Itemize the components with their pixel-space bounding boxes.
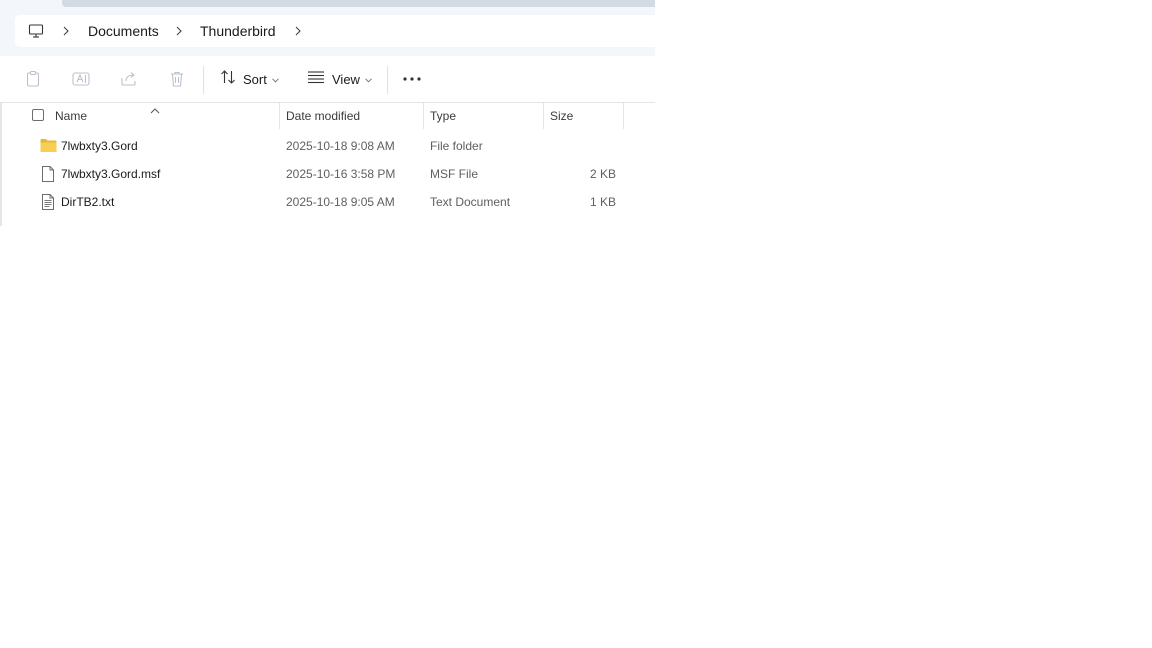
tab-strip [62, 0, 655, 7]
file-row[interactable]: 7lwbxty3.Gord 2025-10-18 9:08 AM File fo… [0, 132, 655, 160]
chevron-right-icon[interactable] [293, 15, 303, 47]
folder-icon [40, 138, 57, 154]
breadcrumb-thunderbird[interactable]: Thunderbird [200, 15, 276, 47]
chevron-down-icon [365, 70, 372, 88]
share-icon[interactable] [116, 62, 142, 96]
more-icon[interactable] [398, 62, 426, 96]
chevron-down-icon [271, 70, 279, 88]
column-size[interactable]: Size [550, 103, 573, 129]
file-name: 7lwbxty3.Gord.msf [61, 167, 161, 181]
select-all-checkbox[interactable] [32, 109, 44, 121]
file-date: 2025-10-16 3:58 PM [286, 167, 396, 181]
file-date: 2025-10-18 9:08 AM [286, 139, 395, 153]
file-row[interactable]: 7lwbxty3.Gord.msf 2025-10-16 3:58 PM MSF… [0, 160, 655, 188]
toolbar-divider [387, 66, 388, 94]
column-divider[interactable] [623, 103, 624, 129]
file-icon [41, 166, 57, 182]
column-date-modified[interactable]: Date modified [286, 103, 360, 129]
copy-icon[interactable] [20, 62, 46, 96]
file-name: DirTB2.txt [61, 195, 115, 209]
text-file-icon [41, 194, 57, 210]
file-size: 1 KB [589, 195, 616, 209]
column-divider[interactable] [543, 103, 544, 129]
file-name: 7lwbxty3.Gord [61, 139, 138, 153]
column-divider[interactable] [423, 103, 424, 129]
view-button[interactable]: View [303, 62, 381, 96]
column-header-row: Name Date modified Type Size [0, 103, 655, 129]
file-explorer-window: Documents Thunderbird Sort View Name Dat… [0, 0, 655, 226]
column-name[interactable]: Name [55, 103, 87, 129]
chevron-right-icon[interactable] [61, 15, 71, 47]
file-date: 2025-10-18 9:05 AM [286, 195, 395, 209]
column-type[interactable]: Type [430, 103, 456, 129]
chevron-right-icon[interactable] [174, 15, 184, 47]
command-bar: Sort View [0, 56, 655, 103]
rename-icon[interactable] [68, 62, 94, 96]
column-divider[interactable] [279, 103, 280, 129]
navigation-band: Documents Thunderbird [0, 0, 655, 56]
this-pc-icon[interactable] [25, 15, 47, 47]
file-row[interactable]: DirTB2.txt 2025-10-18 9:05 AM Text Docum… [0, 188, 655, 216]
breadcrumb-documents[interactable]: Documents [88, 15, 159, 47]
file-type: File folder [430, 139, 483, 153]
toolbar-divider [203, 66, 204, 94]
address-bar[interactable]: Documents Thunderbird [15, 15, 655, 47]
file-type: MSF File [430, 167, 478, 181]
view-icon [307, 70, 325, 89]
sort-label: Sort [243, 71, 267, 87]
sort-ascending-icon [150, 101, 160, 119]
delete-icon[interactable] [164, 62, 190, 96]
sort-icon [220, 69, 236, 90]
view-label: View [332, 71, 360, 87]
file-size: 2 KB [589, 167, 616, 181]
file-type: Text Document [430, 195, 511, 209]
sort-button[interactable]: Sort [216, 62, 290, 96]
